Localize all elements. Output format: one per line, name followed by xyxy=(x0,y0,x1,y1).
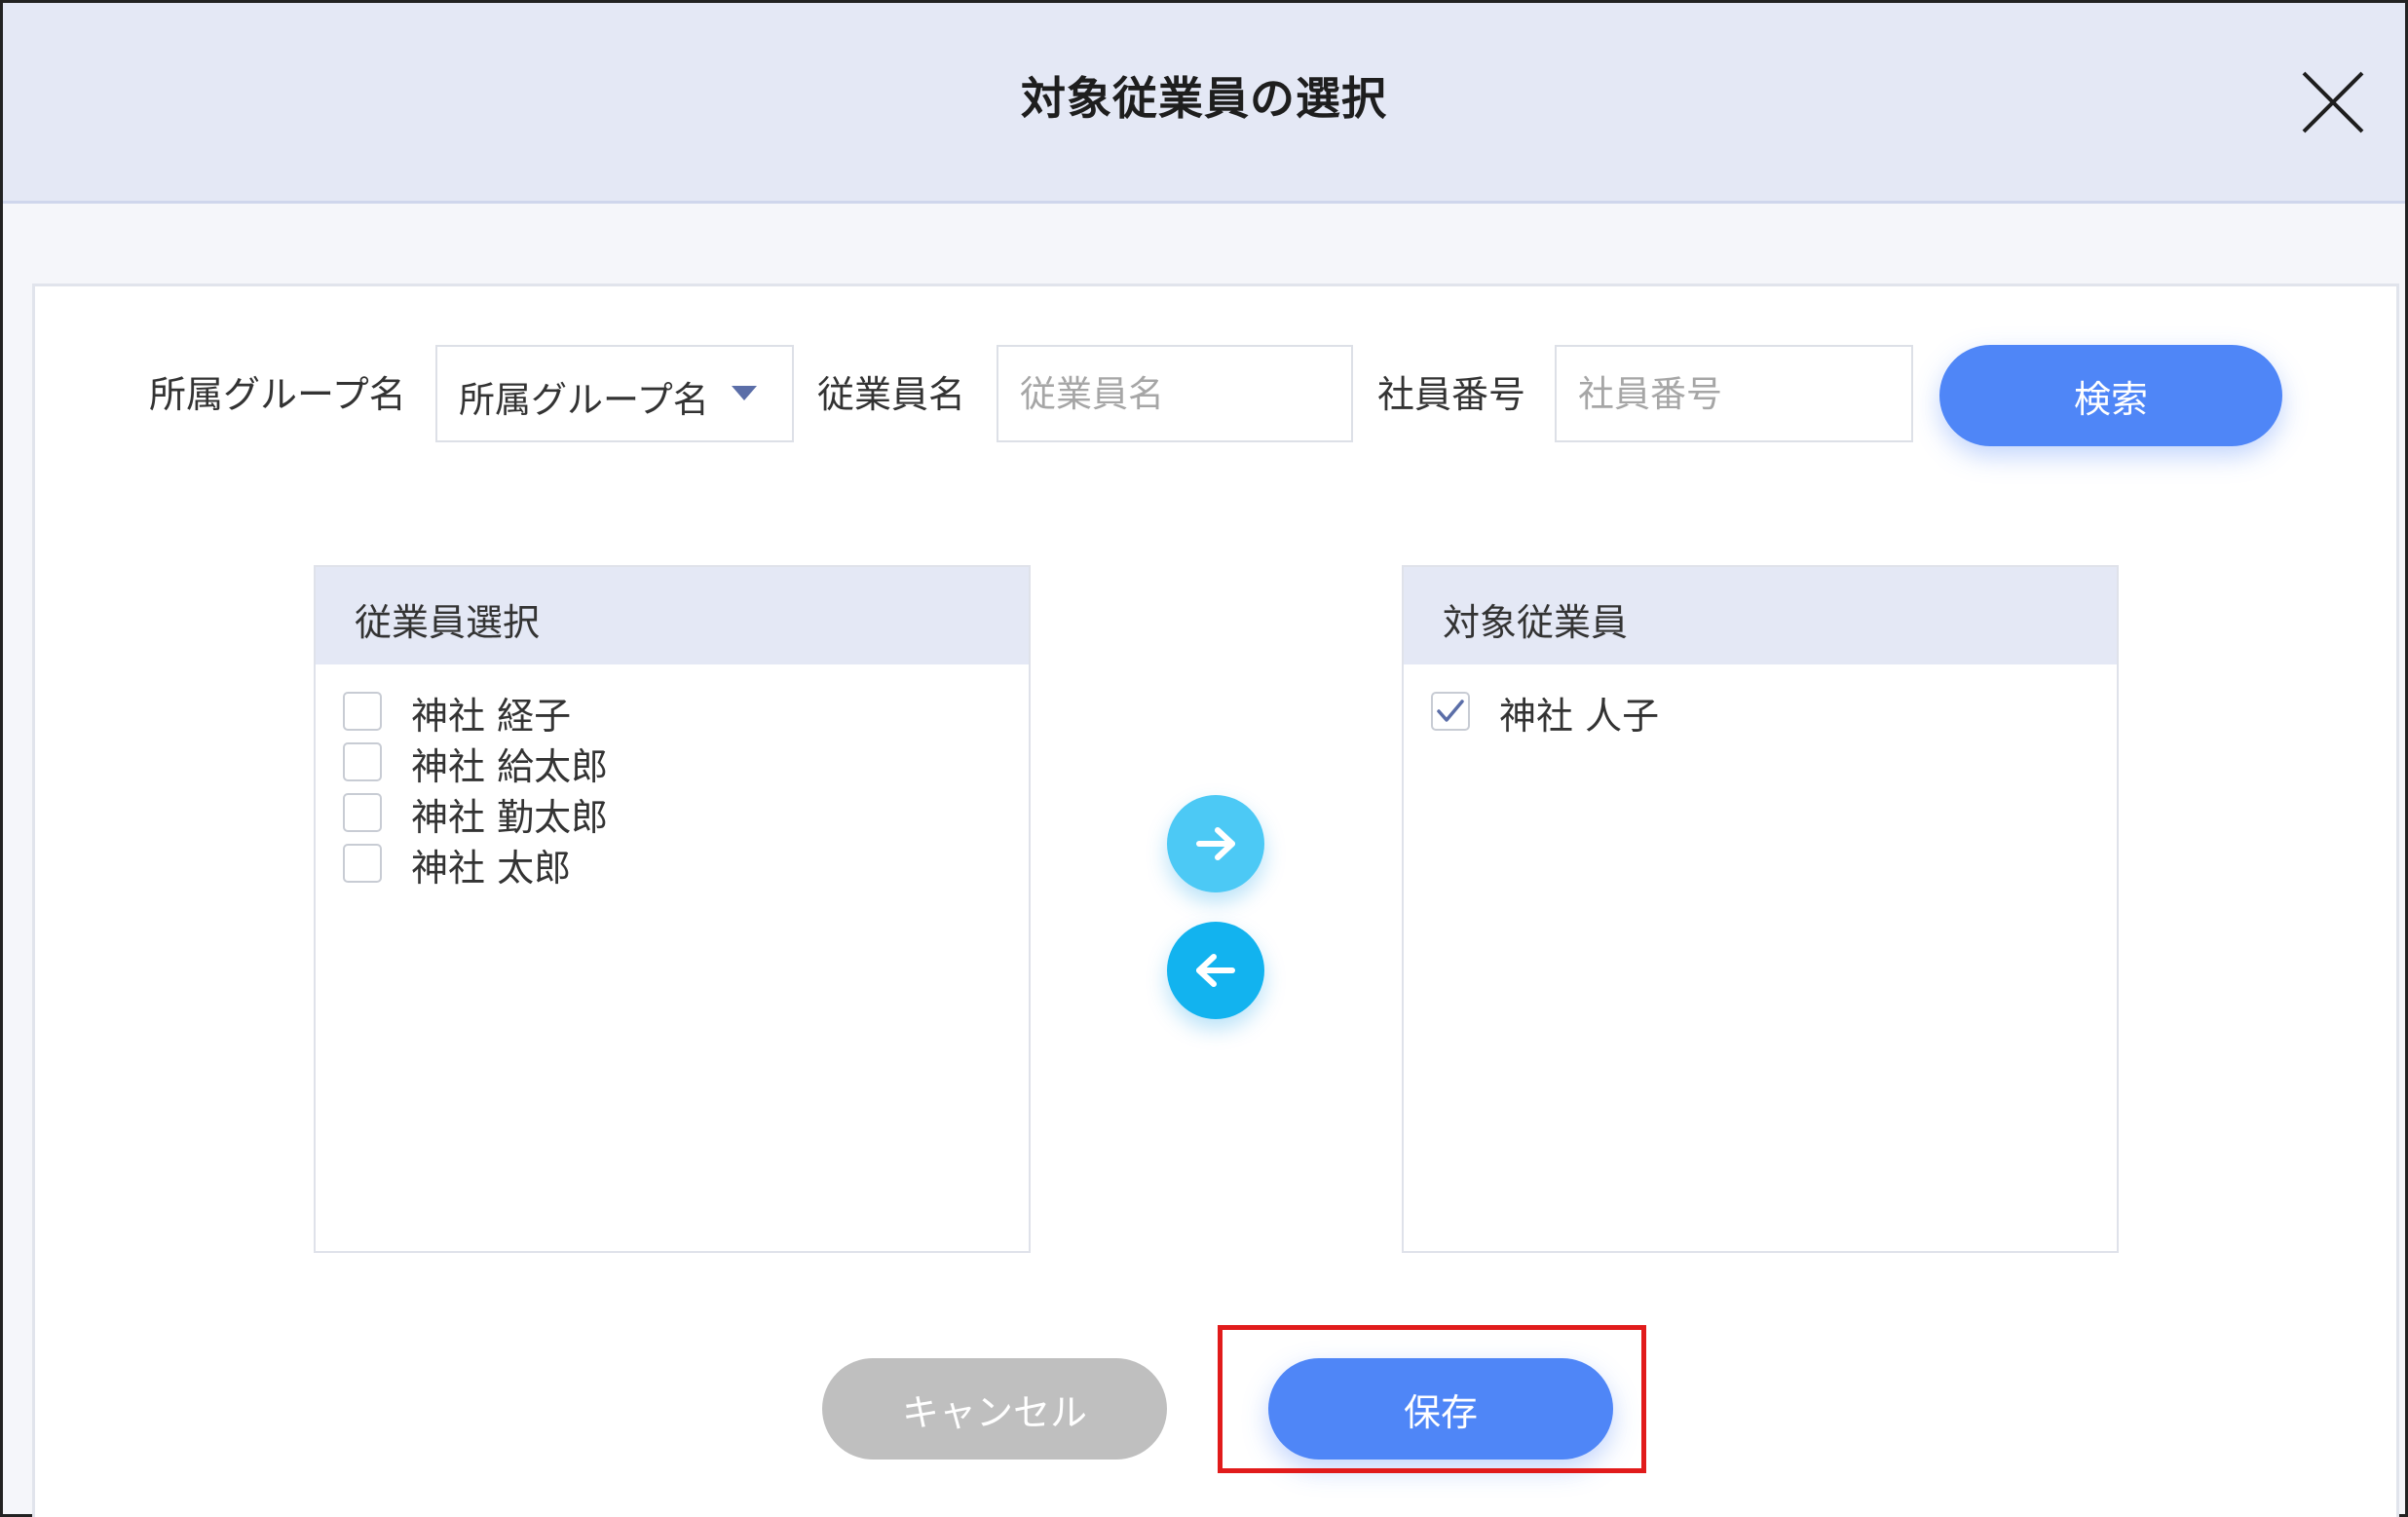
search-button[interactable]: 検索 xyxy=(1939,345,2282,446)
close-icon[interactable] xyxy=(2298,67,2368,137)
checkbox[interactable] xyxy=(343,844,382,883)
target-employee-list: 対象従業員 神社 人子 xyxy=(1402,565,2119,1253)
checkbox-checked[interactable] xyxy=(1431,692,1470,731)
checkbox[interactable] xyxy=(343,742,382,781)
list-item-label: 神社 経子 xyxy=(411,695,572,738)
dialog-title: 対象従業員の選択 xyxy=(1021,72,1387,125)
group-select[interactable]: 所属グループ名 xyxy=(435,345,794,442)
checkbox[interactable] xyxy=(343,793,382,832)
employee-name-label: 従業員名 xyxy=(817,373,966,416)
list-item-label: 神社 給太郎 xyxy=(411,745,609,788)
dialog-header: 対象従業員の選択 xyxy=(3,3,2405,204)
chevron-down-icon xyxy=(732,386,757,400)
arrow-right-icon xyxy=(1196,827,1235,860)
employee-name-input[interactable] xyxy=(997,345,1353,442)
employee-select-list-title: 従業員選択 xyxy=(355,601,541,644)
list-item-label: 神社 太郎 xyxy=(411,847,572,890)
target-employee-list-title: 対象従業員 xyxy=(1443,601,1629,644)
group-select-value: 所属グループ名 xyxy=(459,379,709,421)
employee-number-label: 社員番号 xyxy=(1377,373,1526,416)
save-button[interactable]: 保存 xyxy=(1268,1358,1613,1460)
list-item-label: 神社 勤太郎 xyxy=(411,796,609,839)
employee-number-input[interactable] xyxy=(1555,345,1913,442)
employee-select-list-header: 従業員選択 xyxy=(316,567,1029,664)
cancel-button[interactable]: キャンセル xyxy=(822,1358,1167,1460)
add-to-target-button[interactable] xyxy=(1167,795,1264,892)
remove-from-target-button[interactable] xyxy=(1167,922,1264,1019)
employee-select-list: 従業員選択 神社 経子 神社 給太郎 神社 勤太郎 神社 太郎 xyxy=(314,565,1031,1253)
check-icon xyxy=(1437,700,1464,722)
dialog-body: 所属グループ名 所属グループ名 従業員名 社員番号 検索 従業員選択 神社 経子… xyxy=(32,284,2399,1517)
target-employee-list-header: 対象従業員 xyxy=(1404,567,2117,664)
dialog: 対象従業員の選択 所属グループ名 所属グループ名 従業員名 社員番号 検索 従業… xyxy=(0,0,2408,1517)
checkbox[interactable] xyxy=(343,692,382,731)
group-label: 所属グループ名 xyxy=(149,373,406,416)
list-item-label: 神社 人子 xyxy=(1499,695,1660,738)
arrow-left-icon xyxy=(1196,954,1235,987)
